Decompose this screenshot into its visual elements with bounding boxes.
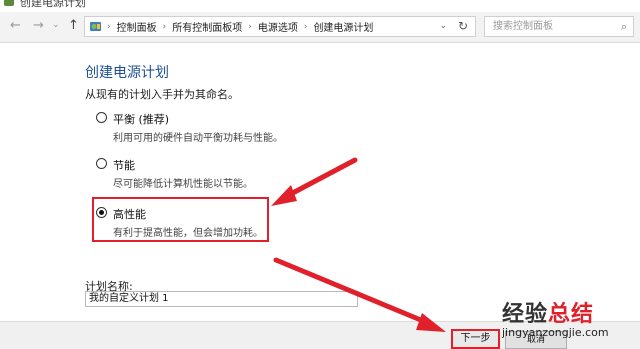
refresh-icon[interactable]: ↻ — [458, 19, 468, 33]
plan-name-field[interactable]: 我的自定义计划 1 — [85, 291, 358, 307]
back-arrow-icon[interactable]: ← — [10, 18, 21, 34]
next-button-label: 下一步 — [460, 333, 491, 344]
control-panel-icon — [90, 22, 101, 31]
watermark-title-a: 经验 — [502, 302, 549, 327]
window-title: 创建电源计划 — [20, 0, 86, 9]
option-description: 尽可能降低计算机性能以节能。 — [113, 179, 253, 190]
up-arrow-icon[interactable]: ↑ — [68, 18, 79, 34]
search-placeholder: 搜索控制面板 — [493, 21, 553, 32]
address-bar[interactable]: › 控制面板 › 所有控制面板项 › 电源选项 › 创建电源计划 ⌄ ↻ — [84, 16, 476, 37]
annotation-arrow-upper — [271, 157, 358, 206]
recent-locations-icon[interactable]: ⌄ — [52, 17, 60, 33]
next-button[interactable]: 下一步 — [451, 329, 500, 349]
navigation-bar: ← → ⌄ ↑ › 控制面板 › 所有控制面板项 › 电源选项 › 创建电源计划… — [0, 12, 640, 43]
breadcrumb-control-panel[interactable]: 控制面板 — [117, 19, 157, 34]
option-title: 平衡 (推荐) — [113, 113, 170, 126]
window-titlebar: 创建电源计划 — [0, 0, 640, 9]
option-description: 利用可用的硬件自动平衡功耗与性能。 — [113, 133, 283, 144]
radio-high-performance[interactable] — [96, 207, 107, 218]
address-dropdown-icon[interactable]: ⌄ — [439, 21, 447, 31]
watermark-url: jingyanzongjie.com — [502, 326, 609, 339]
option-title: 高性能 — [113, 208, 146, 221]
breadcrumb-separator: › — [107, 21, 111, 32]
search-input[interactable]: 搜索控制面板 ⌕ — [484, 16, 634, 37]
instruction-text: 从现有的计划入手并为其命名。 — [85, 88, 239, 101]
page-title: 创建电源计划 — [85, 65, 169, 81]
breadcrumb: › 控制面板 › 所有控制面板项 › 电源选项 › 创建电源计划 — [107, 17, 373, 36]
forward-arrow-icon[interactable]: → — [33, 18, 44, 34]
option-description: 有利于提高性能，但会增加功耗。 — [113, 228, 263, 239]
watermark: 经验总结 jingyanzongjie.com — [502, 296, 609, 339]
breadcrumb-separator[interactable]: › — [304, 22, 308, 32]
option-title: 节能 — [113, 159, 135, 172]
radio-balanced[interactable] — [96, 112, 107, 123]
radio-power-saver[interactable] — [96, 158, 107, 169]
create-power-plan-window: 创建电源计划 ← → ⌄ ↑ › 控制面板 › 所有控制面板项 › 电源选项 ›… — [0, 0, 640, 349]
watermark-title-b: 总结 — [548, 302, 595, 327]
power-options-icon — [4, 0, 14, 6]
breadcrumb-separator[interactable]: › — [163, 22, 167, 32]
watermark-logo: 经验总结 — [502, 296, 609, 328]
breadcrumb-all-items[interactable]: 所有控制面板项 — [172, 19, 242, 34]
search-icon[interactable]: ⌕ — [621, 17, 627, 36]
breadcrumb-power-options[interactable]: 电源选项 — [258, 19, 298, 34]
breadcrumb-create-plan[interactable]: 创建电源计划 — [313, 19, 373, 34]
breadcrumb-separator[interactable]: › — [248, 22, 252, 32]
